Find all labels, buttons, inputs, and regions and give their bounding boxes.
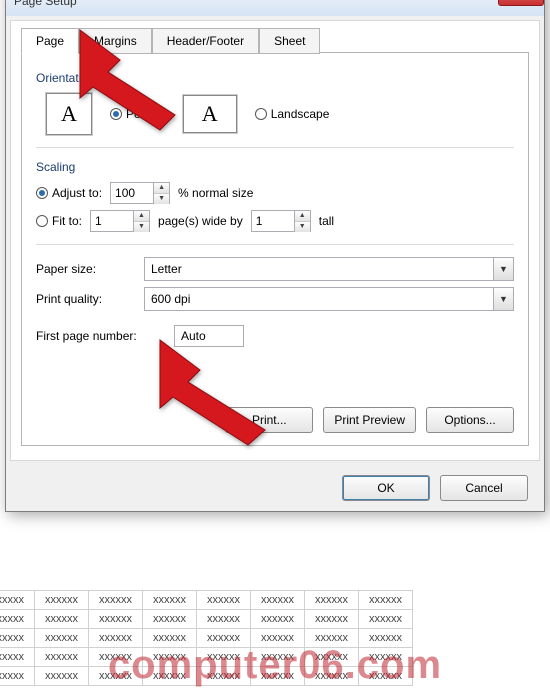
adjust-suffix: % normal size — [178, 186, 253, 200]
radio-dot-icon — [36, 187, 48, 199]
radio-landscape-label: Landscape — [271, 107, 330, 121]
print-quality-dropdown[interactable]: 600 dpi ▼ — [144, 287, 514, 311]
fit-wide-input[interactable] — [91, 211, 133, 231]
paper-size-dropdown[interactable]: Letter ▼ — [144, 257, 514, 281]
radio-dot-icon — [255, 108, 267, 120]
fit-mid-text: page(s) wide by — [158, 214, 243, 228]
adjust-percent-input[interactable] — [111, 183, 153, 203]
spinner-buttons[interactable]: ▲▼ — [294, 211, 310, 231]
radio-adjust-to[interactable]: Adjust to: — [36, 186, 102, 200]
print-quality-label: Print quality: — [36, 292, 136, 306]
fit-tall-input[interactable] — [252, 211, 294, 231]
chevron-down-icon[interactable]: ▼ — [493, 258, 513, 280]
paper-size-label: Paper size: — [36, 262, 136, 276]
adjust-percent-spinner[interactable]: ▲▼ — [110, 182, 170, 204]
spin-down-icon: ▼ — [295, 222, 310, 232]
scaling-fit-row: Fit to: ▲▼ page(s) wide by ▲▼ tall — [36, 210, 514, 232]
print-preview-button[interactable]: Print Preview — [323, 407, 416, 433]
print-quality-value: 600 dpi — [151, 292, 190, 306]
tab-sheet[interactable]: Sheet — [259, 28, 320, 54]
radio-dot-icon — [36, 215, 48, 227]
annotation-arrow-icon — [60, 20, 200, 143]
radio-fit-label: Fit to: — [52, 214, 82, 228]
divider — [36, 244, 514, 245]
spin-up-icon: ▲ — [154, 183, 169, 194]
close-icon: ✕ — [516, 0, 526, 2]
scaling-adjust-row: Adjust to: ▲▼ % normal size — [36, 182, 514, 204]
fit-wide-spinner[interactable]: ▲▼ — [90, 210, 150, 232]
cell: xxxxxx — [0, 591, 35, 610]
radio-adjust-label: Adjust to: — [52, 186, 102, 200]
scaling-section-label: Scaling — [36, 160, 514, 174]
dialog-title: Page Setup — [14, 0, 77, 8]
chevron-down-icon[interactable]: ▼ — [493, 288, 513, 310]
paper-size-row: Paper size: Letter ▼ — [36, 257, 514, 281]
radio-landscape[interactable]: Landscape — [255, 107, 330, 121]
cancel-button[interactable]: Cancel — [440, 475, 528, 501]
dialog-footer: OK Cancel — [6, 465, 544, 511]
annotation-arrow-icon — [140, 330, 290, 453]
divider — [36, 147, 514, 148]
close-button[interactable]: ✕ — [498, 0, 544, 6]
spin-up-icon: ▲ — [134, 211, 149, 222]
spin-down-icon: ▼ — [154, 194, 169, 204]
options-button[interactable]: Options... — [426, 407, 514, 433]
spin-up-icon: ▲ — [295, 211, 310, 222]
paper-size-value: Letter — [151, 262, 182, 276]
watermark-text: computer06.com — [0, 643, 550, 688]
fit-tall-spinner[interactable]: ▲▼ — [251, 210, 311, 232]
fit-tall-suffix: tall — [319, 214, 334, 228]
print-quality-row: Print quality: 600 dpi ▼ — [36, 287, 514, 311]
spinner-buttons[interactable]: ▲▼ — [153, 183, 169, 203]
spin-down-icon: ▼ — [134, 222, 149, 232]
radio-fit-to[interactable]: Fit to: — [36, 214, 82, 228]
titlebar: Page Setup ✕ — [6, 0, 544, 16]
ok-button[interactable]: OK — [342, 475, 430, 501]
spinner-buttons[interactable]: ▲▼ — [133, 211, 149, 231]
